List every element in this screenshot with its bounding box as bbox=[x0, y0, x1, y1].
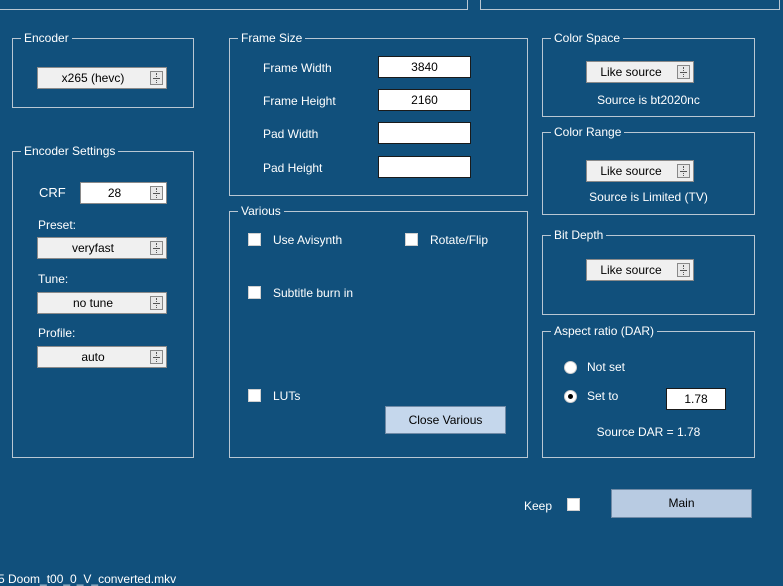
spin-arrows-icon[interactable] bbox=[677, 263, 690, 277]
use-avisynth-label[interactable]: Use Avisynth bbox=[273, 233, 342, 247]
frame-width-label: Frame Width bbox=[263, 61, 332, 75]
tune-value: no tune bbox=[72, 296, 114, 310]
profile-select[interactable]: auto bbox=[37, 346, 167, 368]
color-space-title: Color Space bbox=[551, 31, 624, 45]
luts-checkbox[interactable] bbox=[248, 389, 261, 402]
color-range-title: Color Range bbox=[551, 125, 625, 139]
preset-label: Preset: bbox=[38, 218, 77, 232]
luts-label[interactable]: LUTs bbox=[273, 389, 300, 403]
spin-arrows-icon[interactable] bbox=[150, 296, 163, 310]
crf-label: CRF bbox=[39, 185, 66, 200]
keep-label: Keep bbox=[524, 499, 553, 513]
aspect-ratio-title: Aspect ratio (DAR) bbox=[551, 324, 658, 338]
spin-arrows-icon[interactable] bbox=[677, 65, 690, 79]
top-right-panel bbox=[480, 0, 780, 10]
aspect-value-input[interactable]: 1.78 bbox=[666, 388, 726, 410]
frame-size-title: Frame Size bbox=[238, 31, 306, 45]
pad-height-input[interactable] bbox=[378, 156, 471, 178]
crf-stepper[interactable]: 28 bbox=[80, 182, 167, 204]
preset-select[interactable]: veryfast bbox=[37, 237, 167, 259]
frame-height-label: Frame Height bbox=[263, 94, 336, 108]
spin-arrows-icon[interactable] bbox=[150, 350, 163, 364]
not-set-radio[interactable] bbox=[564, 361, 577, 374]
profile-label: Profile: bbox=[38, 326, 76, 340]
color-space-value: Like source bbox=[600, 65, 662, 79]
pad-height-label: Pad Height bbox=[263, 161, 323, 175]
color-space-select[interactable]: Like source bbox=[586, 61, 694, 83]
tune-label: Tune: bbox=[38, 272, 69, 286]
pad-width-label: Pad Width bbox=[263, 127, 319, 141]
spin-arrows-icon[interactable] bbox=[150, 71, 163, 85]
top-left-panel bbox=[0, 0, 468, 10]
subtitle-burn-checkbox[interactable] bbox=[248, 286, 261, 299]
various-title: Various bbox=[238, 204, 284, 218]
preset-value: veryfast bbox=[71, 241, 114, 255]
tune-select[interactable]: no tune bbox=[37, 292, 167, 314]
bit-depth-value: Like source bbox=[600, 263, 662, 277]
spin-arrows-icon[interactable] bbox=[150, 186, 163, 200]
subtitle-burn-label[interactable]: Subtitle burn in bbox=[273, 286, 353, 300]
not-set-label[interactable]: Not set bbox=[587, 360, 625, 374]
frame-width-input[interactable]: 3840 bbox=[378, 56, 471, 78]
bit-depth-select[interactable]: Like source bbox=[586, 259, 694, 281]
aspect-source: Source DAR = 1.78 bbox=[596, 425, 701, 439]
close-various-button[interactable]: Close Various bbox=[385, 406, 506, 434]
color-space-source: Source is bt2020nc bbox=[597, 93, 700, 107]
status-filename: 5 Doom_t00_0_V_converted.mkv bbox=[0, 572, 177, 586]
keep-checkbox[interactable] bbox=[567, 498, 580, 511]
encoder-value: x265 (hevc) bbox=[61, 71, 125, 85]
main-button[interactable]: Main bbox=[611, 489, 752, 518]
color-range-select[interactable]: Like source bbox=[586, 160, 694, 182]
set-to-radio[interactable] bbox=[564, 390, 577, 403]
rotate-flip-checkbox[interactable] bbox=[405, 233, 418, 246]
spin-arrows-icon[interactable] bbox=[150, 241, 163, 255]
pad-width-input[interactable] bbox=[378, 122, 471, 144]
encoder-select[interactable]: x265 (hevc) bbox=[37, 67, 167, 89]
color-range-source: Source is Limited (TV) bbox=[589, 190, 708, 204]
profile-value: auto bbox=[81, 350, 105, 364]
spin-arrows-icon[interactable] bbox=[677, 164, 690, 178]
set-to-label[interactable]: Set to bbox=[587, 389, 618, 403]
encoder-group-title: Encoder bbox=[21, 31, 72, 45]
frame-height-input[interactable]: 2160 bbox=[378, 89, 471, 111]
bit-depth-title: Bit Depth bbox=[551, 228, 607, 242]
encoder-settings-title: Encoder Settings bbox=[21, 144, 119, 158]
use-avisynth-checkbox[interactable] bbox=[248, 233, 261, 246]
rotate-flip-label[interactable]: Rotate/Flip bbox=[430, 233, 488, 247]
crf-value: 28 bbox=[107, 186, 122, 200]
color-range-value: Like source bbox=[600, 164, 662, 178]
